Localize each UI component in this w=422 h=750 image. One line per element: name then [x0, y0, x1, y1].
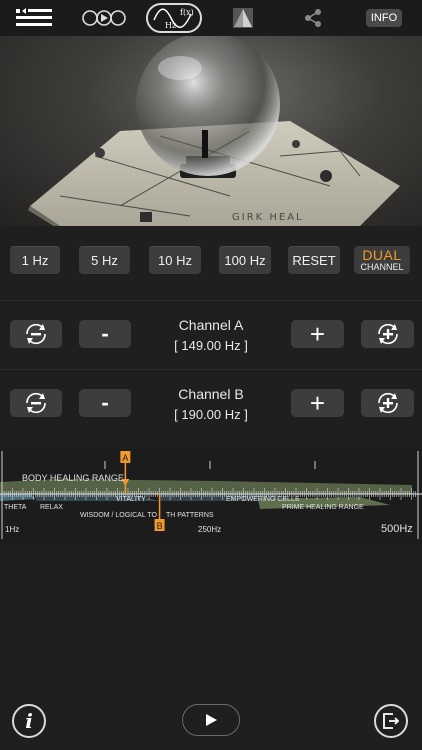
tick-500hz-label: 500Hz	[381, 523, 413, 535]
play-icon	[206, 714, 217, 726]
info-icon[interactable]: i	[12, 704, 46, 738]
marker-b-label: B	[156, 521, 163, 531]
bottom-bar: i	[0, 692, 422, 750]
exit-button[interactable]	[374, 704, 408, 738]
cycle-plus-icon	[377, 392, 398, 414]
dual-channel-button[interactable]: DUAL CHANNEL	[354, 246, 410, 274]
top-toolbar: f(x) Hz INFO	[0, 0, 422, 36]
prime-healing-label: PRIME HEALING RANGE	[282, 504, 364, 511]
hz-icon-fx-label: f(x)	[180, 8, 194, 17]
device-photo: GIRK HEAL	[0, 36, 422, 226]
step-1hz-button[interactable]: 1 Hz	[10, 246, 60, 274]
menu-list-icon[interactable]	[14, 0, 54, 36]
empowering-label: EMPOWERING CELLS	[226, 496, 300, 503]
vitality-label: VITALITY	[116, 496, 146, 503]
play-button[interactable]	[182, 704, 240, 736]
cycle-minus-icon	[26, 392, 46, 414]
exit-icon	[383, 713, 400, 729]
relax-label: RELAX	[40, 504, 63, 511]
channel-b-controls: - Channel B [ 190.00 Hz ] +	[0, 386, 422, 449]
channel-a-minus-button[interactable]: -	[79, 320, 131, 348]
channel-a-decrease-loop-button[interactable]	[10, 320, 62, 348]
reset-button[interactable]: RESET	[288, 246, 340, 274]
tick-1hz-label: 1Hz	[5, 525, 20, 534]
divider	[0, 300, 422, 301]
theta-label: THETA	[4, 504, 27, 511]
channel-label: CHANNEL	[360, 262, 404, 272]
step-100hz-button[interactable]: 100 Hz	[219, 246, 271, 274]
cycle-plus-icon	[377, 323, 398, 345]
patterns-label: TH PATTERNS	[166, 512, 214, 519]
channel-b-title: Channel B	[178, 386, 244, 402]
board-engraving: GIRK HEAL	[232, 212, 304, 223]
channel-b-frequency: [ 190.00 Hz ]	[174, 407, 248, 422]
cycle-minus-icon	[26, 323, 46, 345]
channel-a-plus-button[interactable]: +	[291, 319, 344, 349]
info-button[interactable]: INFO	[366, 9, 402, 27]
pyramid-icon[interactable]	[228, 0, 258, 36]
hz-icon-hz-label: Hz	[165, 21, 176, 30]
channel-a-controls: - Channel A [ 149.00 Hz ] +	[0, 317, 422, 380]
channel-b-decrease-loop-button[interactable]	[10, 389, 62, 417]
body-healing-label: BODY HEALING RANGE	[22, 473, 124, 483]
frequency-step-row: 1 Hz 5 Hz 10 Hz 100 Hz RESET DUAL CHANNE…	[0, 246, 422, 274]
channel-b-plus-button[interactable]: +	[291, 388, 344, 418]
step-10hz-button[interactable]: 10 Hz	[149, 246, 201, 274]
channel-b-increase-loop-button[interactable]	[361, 389, 414, 417]
hz-function-icon[interactable]: f(x) Hz	[146, 3, 202, 33]
tick-250hz-label: 250Hz	[198, 525, 222, 534]
divider	[0, 369, 422, 370]
share-icon[interactable]	[298, 0, 328, 36]
wisdom-label: WISDOM / LOGICAL TO	[80, 512, 157, 519]
channel-a-title: Channel A	[178, 317, 244, 333]
channel-b-minus-button[interactable]: -	[79, 389, 131, 417]
dual-label: DUAL	[362, 247, 402, 263]
channel-a-frequency: [ 149.00 Hz ]	[174, 338, 248, 353]
step-5hz-button[interactable]: 5 Hz	[79, 246, 130, 274]
marker-a-label: A	[122, 453, 129, 463]
channel-a-increase-loop-button[interactable]	[361, 320, 414, 348]
frequency-spectrum[interactable]: A B BODY HEALING RANGE VITALITY EMPOWERI…	[0, 449, 422, 545]
binaural-loop-icon[interactable]	[80, 0, 128, 36]
